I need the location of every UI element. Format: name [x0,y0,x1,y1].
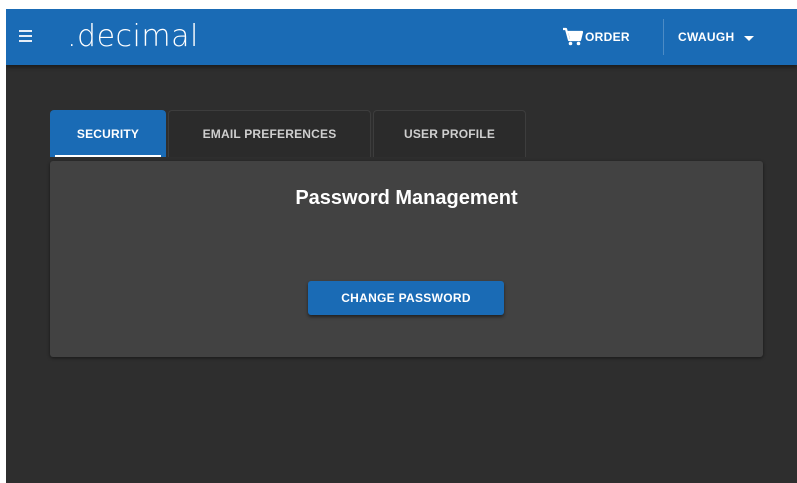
appbar-divider [663,19,664,55]
shopping-cart-icon [563,27,584,46]
tab-user-profile[interactable]: USER PROFILE [373,110,526,157]
settings-tabs: SECURITY EMAIL PREFERENCES USER PROFILE [50,110,528,158]
password-management-panel: Password Management CHANGE PASSWORD [50,161,763,357]
top-app-bar: .decimal ORDER CWAUGH [6,9,797,65]
order-label: ORDER [585,30,630,44]
caret-down-icon [744,35,755,41]
user-name-label: CWAUGH [678,30,735,44]
tab-security[interactable]: SECURITY [50,110,166,157]
brand-logo[interactable]: .decimal [67,19,199,54]
panel-title: Password Management [295,187,518,209]
tab-email-preferences[interactable]: EMAIL PREFERENCES [168,110,371,157]
app-window: .decimal ORDER CWAUGH SECURITY EMAIL PRE… [6,9,797,483]
change-password-button[interactable]: CHANGE PASSWORD [308,281,504,315]
order-button[interactable]: ORDER [562,9,662,65]
hamburger-menu-icon[interactable] [19,27,35,47]
user-menu-button[interactable]: CWAUGH [678,9,788,65]
